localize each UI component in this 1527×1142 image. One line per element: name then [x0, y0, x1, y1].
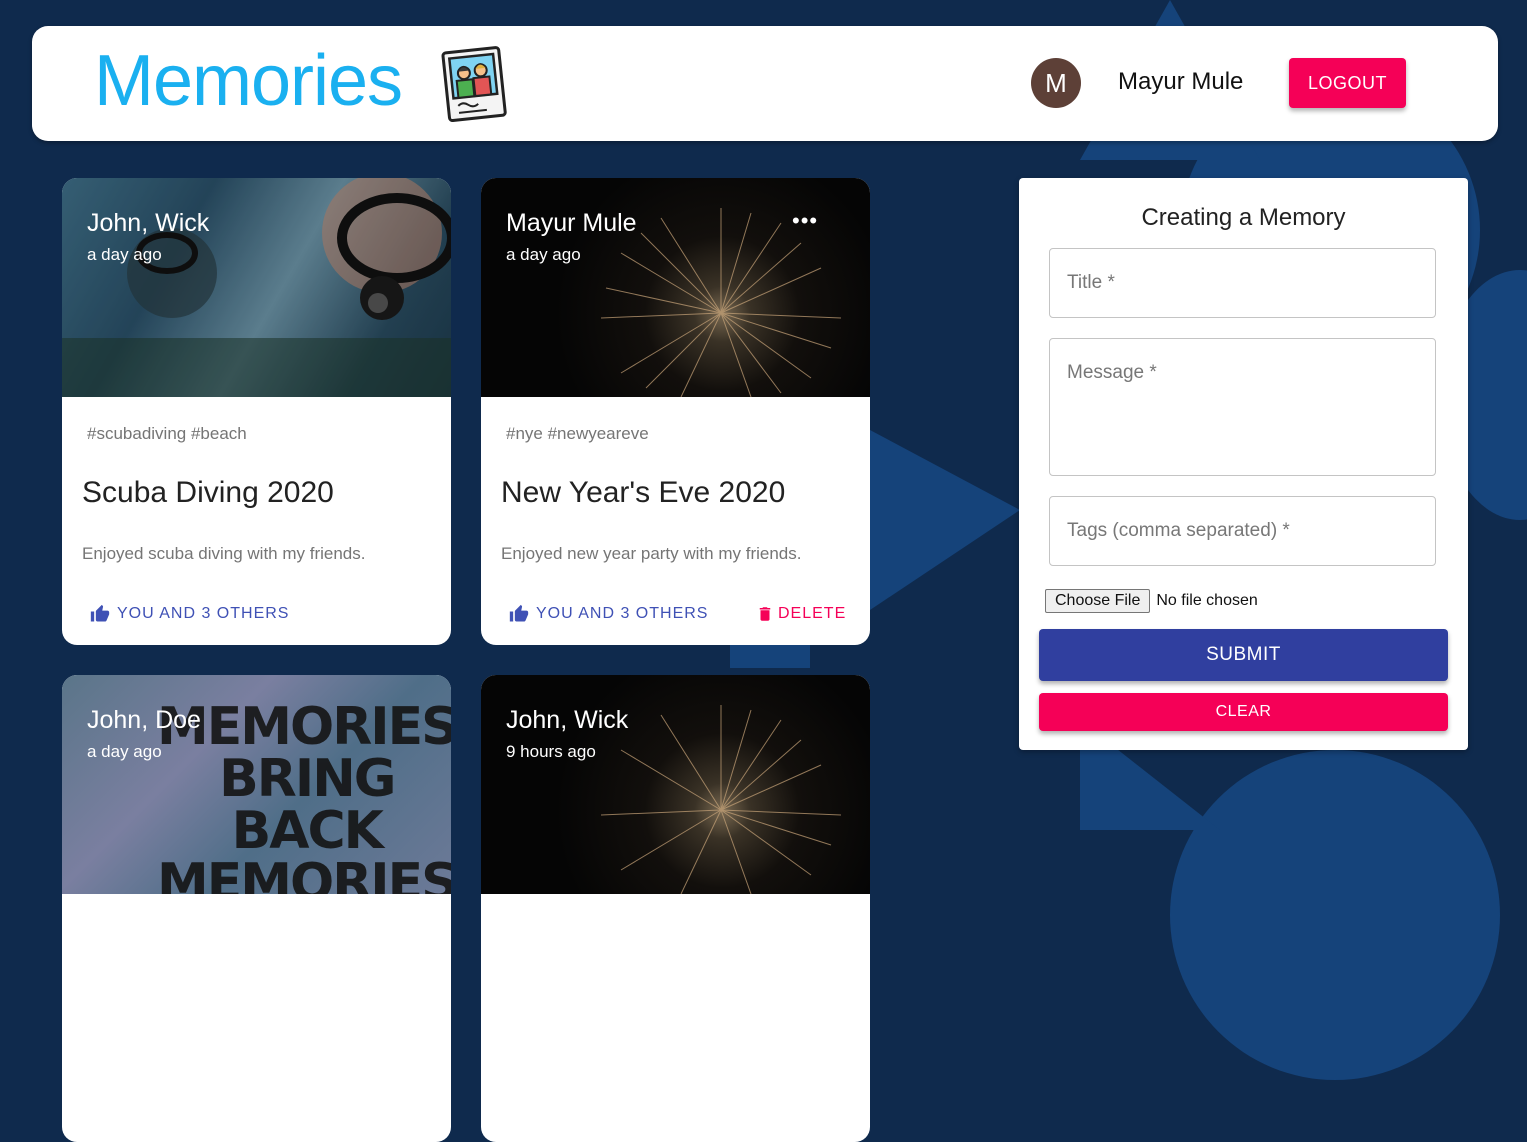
polaroid-photo-icon — [440, 44, 510, 127]
post-message: Enjoyed scuba diving with my friends. — [82, 544, 366, 563]
form-title: Creating a Memory — [1141, 204, 1346, 231]
delete-label: DELETE — [778, 605, 847, 622]
avatar[interactable]: M — [1031, 58, 1081, 108]
post-author: John, Wick — [506, 706, 629, 734]
like-button[interactable]: YOU AND 3 OTHERS — [89, 604, 289, 624]
app-bar: Memories M Mayur Mule LOGOUT — [32, 26, 1498, 141]
post-title: New Year's Eve 2020 — [501, 476, 786, 509]
thumb-up-icon — [90, 604, 110, 622]
logout-button[interactable]: LOGOUT — [1289, 58, 1406, 108]
trash-icon — [759, 607, 771, 621]
background-triangle — [870, 430, 1020, 610]
brand-title[interactable]: Memories — [94, 40, 403, 122]
image-text: MEMORIES BRING BACK MEMORIES — [157, 697, 451, 894]
message-field-label: Message * — [1067, 362, 1157, 383]
title-field-label: Title * — [1067, 272, 1115, 293]
post-time: a day ago — [87, 245, 162, 264]
post-card[interactable]: MEMORIES BRING BACK MEMORIES John, Doe a… — [62, 675, 451, 1142]
post-tags: #scubadiving #beach — [87, 424, 247, 443]
post-title: Scuba Diving 2020 — [82, 476, 334, 509]
like-label: YOU AND 3 OTHERS — [536, 605, 709, 622]
title-field[interactable]: Title * — [1049, 248, 1436, 318]
post-card[interactable]: John, Wick 9 hours ago — [481, 675, 870, 1142]
more-options-icon[interactable]: ••• — [792, 208, 818, 234]
submit-button[interactable]: SUBMIT — [1039, 629, 1448, 681]
file-status: No file chosen — [1156, 592, 1258, 609]
tags-field-label: Tags (comma separated) * — [1067, 520, 1290, 541]
post-time: a day ago — [87, 742, 162, 761]
file-input: Choose File No file chosen — [1045, 589, 1258, 613]
post-time: a day ago — [506, 245, 581, 264]
post-author: Mayur Mule — [506, 209, 637, 237]
message-field[interactable]: Message * — [1049, 338, 1436, 476]
clear-button[interactable]: CLEAR — [1039, 693, 1448, 731]
choose-file-button[interactable]: Choose File — [1045, 589, 1151, 613]
post-tags: #nye #newyeareve — [506, 424, 649, 443]
like-label: YOU AND 3 OTHERS — [117, 605, 290, 622]
post-message: Enjoyed new year party with my friends. — [501, 544, 802, 563]
post-author: John, Doe — [87, 706, 201, 734]
post-time: 9 hours ago — [506, 742, 596, 761]
create-memory-form: Creating a Memory Title * Message * Tags… — [1019, 178, 1468, 750]
post-author: John, Wick — [87, 209, 210, 237]
post-card[interactable]: John, Wick a day ago #scubadiving #beach… — [62, 178, 451, 645]
thumb-up-icon — [509, 604, 529, 622]
username: Mayur Mule — [1118, 68, 1244, 95]
like-button[interactable]: YOU AND 3 OTHERS — [508, 604, 708, 624]
post-card[interactable]: Mayur Mule a day ago ••• #nye #newyearev… — [481, 178, 870, 645]
delete-button[interactable]: DELETE — [756, 604, 846, 624]
tags-field[interactable]: Tags (comma separated) * — [1049, 496, 1436, 566]
